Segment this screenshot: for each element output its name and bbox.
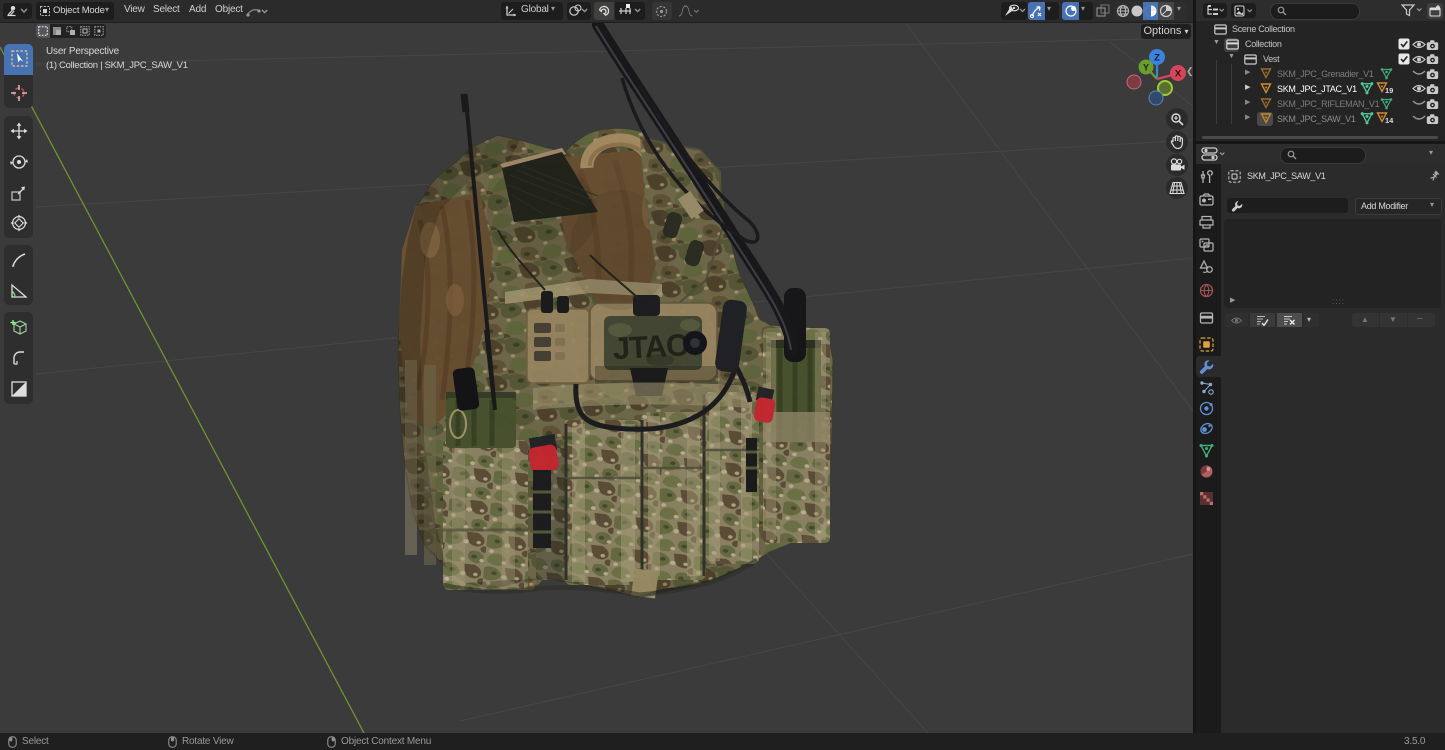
svg-text:Z: Z <box>1154 53 1160 64</box>
svg-text:X: X <box>1175 69 1182 80</box>
svg-text:Y: Y <box>1143 63 1149 73</box>
